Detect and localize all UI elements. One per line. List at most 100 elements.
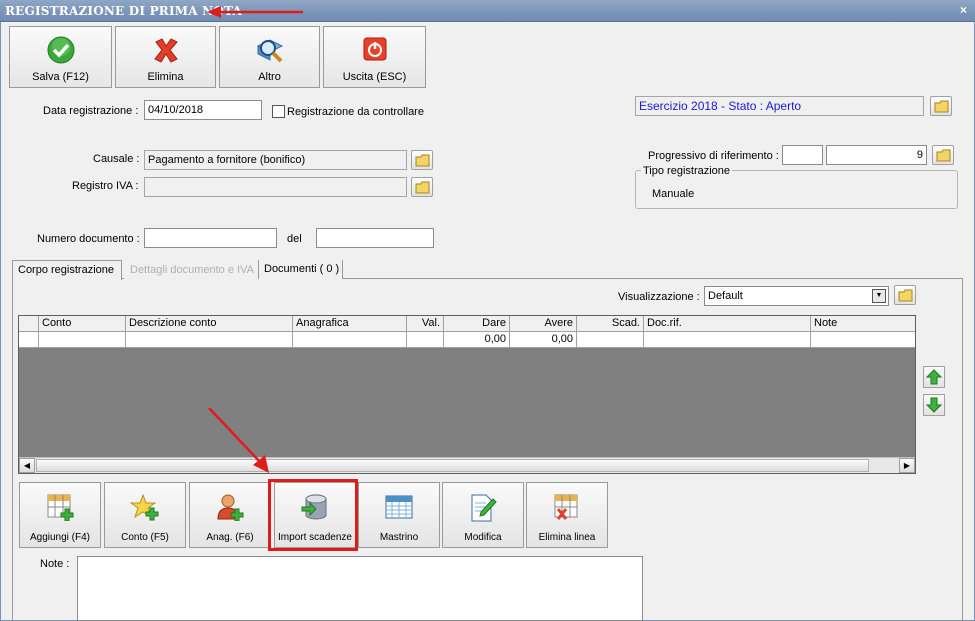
annotation-arrow-title — [207, 6, 303, 18]
tipo-registrazione-value: Manuale — [652, 188, 695, 200]
scroll-thumb[interactable] — [36, 459, 869, 472]
star-add-icon — [130, 493, 159, 521]
col-dare[interactable]: Dare — [444, 316, 510, 332]
tab-label: Corpo registrazione — [18, 264, 114, 276]
del-label: del — [287, 233, 302, 245]
red-x-icon — [153, 38, 178, 63]
col-val[interactable]: Val. — [407, 316, 444, 332]
numero-documento-label: Numero documento : — [37, 233, 140, 245]
row-indicator-header — [19, 316, 39, 332]
arrow-down-icon — [925, 397, 943, 413]
conto-button[interactable]: Conto (F5) — [104, 482, 186, 548]
move-down-button[interactable] — [923, 394, 945, 416]
other-button[interactable]: Altro — [219, 26, 320, 88]
cell-anagrafica[interactable] — [293, 332, 407, 348]
col-doc-rif[interactable]: Doc.rif. — [644, 316, 811, 332]
arrow-up-icon — [925, 369, 943, 385]
causale-folder-button[interactable] — [411, 150, 433, 170]
conto-label: Conto (F5) — [121, 532, 169, 543]
cell-dare[interactable]: 0,00 — [444, 332, 510, 348]
folder-icon — [415, 181, 430, 194]
note-textarea[interactable] — [77, 556, 643, 621]
tab-dettagli-documento[interactable]: Dettagli documento e IVA — [124, 260, 258, 279]
registration-grid[interactable]: Conto Descrizione conto Anagrafica Val. … — [18, 315, 916, 474]
move-up-button[interactable] — [923, 366, 945, 388]
registro-iva-label: Registro IVA : — [72, 180, 139, 192]
progressivo-label: Progressivo di riferimento : — [648, 150, 779, 162]
causale-label: Causale : — [93, 153, 140, 165]
grid-delete-icon — [554, 494, 578, 520]
cell-conto[interactable] — [39, 332, 126, 348]
visualizzazione-label: Visualizzazione : — [618, 291, 700, 303]
folder-icon — [415, 154, 430, 167]
folder-icon — [898, 289, 913, 302]
tab-label: Documenti ( 0 ) — [264, 263, 340, 275]
modifica-label: Modifica — [464, 532, 502, 543]
mastrino-label: Mastrino — [379, 532, 419, 543]
col-descrizione-conto[interactable]: Descrizione conto — [126, 316, 293, 332]
folder-icon — [934, 100, 949, 113]
save-label: Salva (F12) — [32, 71, 89, 83]
col-anagrafica[interactable]: Anagrafica — [293, 316, 407, 332]
tab-documenti[interactable]: Documenti ( 0 ) — [258, 260, 343, 279]
causale-field[interactable]: Pagamento a fornitore (bonifico) — [144, 150, 407, 170]
numero-documento-input[interactable] — [144, 228, 277, 248]
table-row[interactable]: 0,00 0,00 — [19, 332, 915, 348]
progressivo-field-1[interactable] — [782, 145, 823, 165]
user-add-icon — [217, 494, 244, 521]
registro-iva-field[interactable] — [144, 177, 407, 197]
anag-label: Anag. (F6) — [206, 532, 254, 543]
anag-button[interactable]: Anag. (F6) — [189, 482, 271, 548]
tipo-registrazione-label: Tipo registrazione — [641, 165, 733, 177]
horizontal-scrollbar[interactable]: ◀ ▶ — [19, 457, 915, 473]
annotation-arrow-import — [208, 407, 269, 473]
progressivo-field-2[interactable]: 9 — [826, 145, 927, 165]
folder-icon — [936, 149, 951, 162]
cell-avere[interactable]: 0,00 — [510, 332, 577, 348]
magnifier-icon — [256, 39, 283, 63]
col-scad[interactable]: Scad. — [577, 316, 644, 332]
row-indicator — [19, 332, 39, 348]
elimina-linea-button[interactable]: Elimina linea — [526, 482, 608, 548]
tab-corpo-registrazione[interactable]: Corpo registrazione — [12, 260, 122, 280]
col-avere[interactable]: Avere — [510, 316, 577, 332]
exit-label: Uscita (ESC) — [342, 71, 407, 83]
cell-descrizione[interactable] — [126, 332, 293, 348]
delete-button[interactable]: Elimina — [115, 26, 216, 88]
col-note[interactable]: Note — [811, 316, 915, 332]
grid-header: Conto Descrizione conto Anagrafica Val. … — [19, 316, 915, 332]
col-conto[interactable]: Conto — [39, 316, 126, 332]
modifica-button[interactable]: Modifica — [442, 482, 524, 548]
elimina-linea-label: Elimina linea — [538, 532, 596, 543]
cell-scad[interactable] — [577, 332, 644, 348]
registrazione-da-controllare-label: Registrazione da controllare — [287, 106, 424, 118]
registro-iva-folder-button[interactable] — [411, 177, 433, 197]
close-icon[interactable]: × — [960, 3, 967, 17]
power-icon — [363, 37, 386, 61]
cell-doc-rif[interactable] — [644, 332, 811, 348]
calendar-icon — [385, 495, 413, 519]
other-label: Altro — [258, 71, 281, 83]
progressivo-folder-button[interactable] — [932, 145, 954, 165]
registrazione-da-controllare-checkbox[interactable] — [272, 105, 285, 118]
esercizio-folder-button[interactable] — [930, 96, 952, 116]
esercizio-field: Esercizio 2018 - Stato : Aperto — [635, 96, 924, 116]
visualizzazione-folder-button[interactable] — [894, 285, 916, 305]
delete-label: Elimina — [147, 71, 184, 83]
annotation-highlight-box — [268, 479, 358, 551]
note-label: Note : — [40, 558, 70, 570]
chevron-down-icon[interactable]: ▼ — [872, 289, 886, 303]
tab-label: Dettagli documento e IVA — [130, 264, 254, 276]
checkmark-icon — [47, 36, 74, 64]
scroll-right-icon[interactable]: ▶ — [899, 458, 915, 473]
scroll-left-icon[interactable]: ◀ — [19, 458, 35, 473]
data-registrazione-input[interactable]: 04/10/2018 — [144, 100, 262, 120]
cell-val[interactable] — [407, 332, 444, 348]
del-date-input[interactable] — [316, 228, 434, 248]
visualizzazione-select[interactable]: Default ▼ — [704, 286, 889, 306]
aggiungi-button[interactable]: Aggiungi (F4) — [19, 482, 101, 548]
exit-button[interactable]: Uscita (ESC) — [323, 26, 426, 88]
mastrino-button[interactable]: Mastrino — [358, 482, 440, 548]
cell-note[interactable] — [811, 332, 915, 348]
save-button[interactable]: Salva (F12) — [9, 26, 112, 88]
